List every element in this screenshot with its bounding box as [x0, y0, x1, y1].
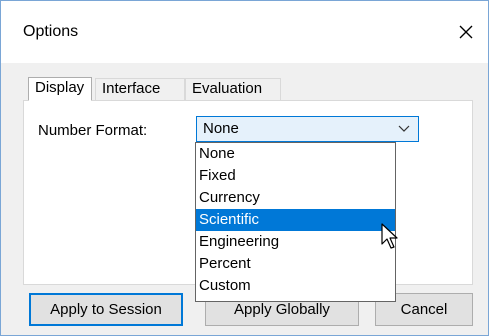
tab-display[interactable]: Display	[28, 77, 92, 101]
option-percent[interactable]: Percent	[196, 253, 395, 275]
cancel-label: Cancel	[400, 301, 448, 318]
number-format-combobox[interactable]: None	[196, 116, 419, 142]
tab-display-label: Display	[35, 79, 85, 96]
tab-evaluation[interactable]: Evaluation	[185, 78, 281, 100]
title-bar: Options	[1, 1, 488, 63]
close-button[interactable]	[451, 17, 481, 47]
option-custom[interactable]: Custom	[196, 275, 395, 297]
option-none[interactable]: None	[196, 143, 395, 165]
window-title: Options	[23, 23, 79, 40]
tab-interface-label: Interface	[102, 80, 161, 97]
tab-interface[interactable]: Interface	[95, 78, 185, 100]
option-engineering[interactable]: Engineering	[196, 231, 395, 253]
option-fixed[interactable]: Fixed	[196, 165, 395, 187]
option-currency[interactable]: Currency	[196, 187, 395, 209]
options-dialog: Options Display Interface Evaluation Num…	[0, 0, 489, 336]
tab-evaluation-label: Evaluation	[192, 80, 263, 97]
option-scientific[interactable]: Scientific	[196, 209, 395, 231]
apply-to-session-label: Apply to Session	[50, 301, 162, 318]
mouse-pointer-icon	[381, 223, 398, 249]
number-format-label: Number Format:	[38, 122, 148, 139]
apply-globally-label: Apply Globally	[234, 301, 330, 318]
number-format-value: None	[203, 120, 239, 137]
number-format-dropdown-list: None Fixed Currency Scientific Engineeri…	[195, 142, 396, 302]
chevron-down-icon	[398, 125, 410, 132]
apply-to-session-button[interactable]: Apply to Session	[29, 293, 183, 326]
close-icon	[459, 25, 473, 39]
